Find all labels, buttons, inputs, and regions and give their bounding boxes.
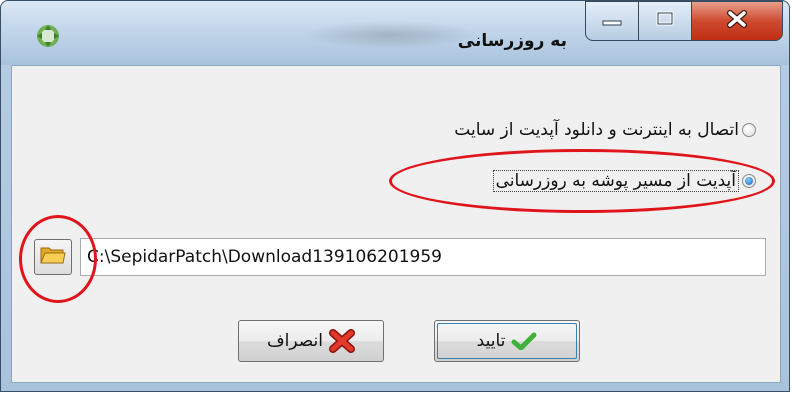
- cancel-button-label: انصراف: [267, 331, 323, 351]
- x-icon: [328, 329, 355, 353]
- highlight-ellipse-browse-button: [19, 215, 97, 303]
- option-internet-label: اتصال به اینترنت و دانلود آپدیت از سایت: [454, 120, 739, 140]
- ok-button[interactable]: تایید: [434, 320, 580, 362]
- title-bar[interactable]: به روزرسانی: [1, 1, 789, 65]
- ok-button-focus-ring: [437, 323, 577, 359]
- minimize-button[interactable]: [585, 1, 639, 41]
- maximize-icon: [656, 11, 674, 31]
- folder-path-input[interactable]: C:\SepidarPatch\Download139106201959: [80, 238, 766, 276]
- title-bar-glass: [301, 21, 481, 49]
- cancel-button[interactable]: انصراف: [238, 320, 384, 362]
- dialog-body: اتصال به اینترنت و دانلود آپدیت از سایت …: [11, 65, 781, 383]
- highlight-ellipse-folder-option: [389, 149, 775, 213]
- close-button[interactable]: [691, 1, 783, 41]
- radio-internet[interactable]: [742, 123, 756, 137]
- option-internet-download[interactable]: اتصال به اینترنت و دانلود آپدیت از سایت: [454, 120, 756, 140]
- maximize-button[interactable]: [638, 1, 692, 41]
- window-title: به روزرسانی: [457, 31, 567, 51]
- close-icon: [726, 10, 748, 32]
- update-dialog-window: به روزرسانی اتصال به اینترنت و دانلود آپ…: [0, 0, 790, 392]
- minimize-icon: [602, 12, 622, 31]
- app-icon: [35, 23, 61, 49]
